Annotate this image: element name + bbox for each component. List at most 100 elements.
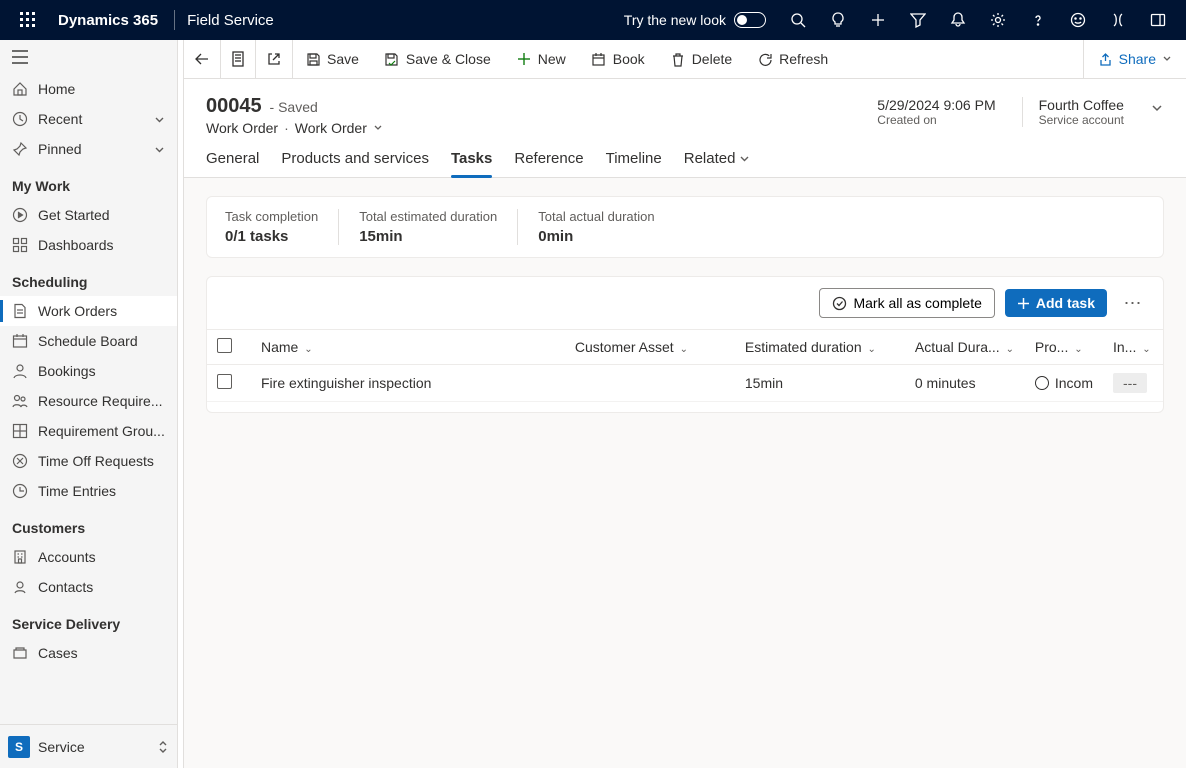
tab-products-and-services[interactable]: Products and services <box>281 150 429 177</box>
building-icon <box>12 549 28 565</box>
header-field-link[interactable]: Fourth Coffee <box>1039 97 1124 113</box>
chevron-down-icon: ⌄ <box>680 344 688 355</box>
bell-icon[interactable] <box>938 0 978 40</box>
save-close-button[interactable]: Save & Close <box>372 40 504 78</box>
cell-actual-duration[interactable]: 0 minutes <box>905 365 1025 402</box>
copilot-icon[interactable] <box>1098 0 1138 40</box>
tasks-grid-card: Mark all as complete Add task ⋯ Name ⌄Cu… <box>206 276 1164 413</box>
cell-progress[interactable]: Incom <box>1025 365 1103 402</box>
cell-inspection[interactable]: --- <box>1103 365 1163 402</box>
sidebar-item-resource-require[interactable]: Resource Require... <box>0 386 177 416</box>
sidebar-group-scheduling: Scheduling <box>0 260 177 296</box>
tab-tasks[interactable]: Tasks <box>451 150 492 177</box>
column-header-in[interactable]: In... ⌄ <box>1103 330 1163 365</box>
sidebar-item-pinned[interactable]: Pinned <box>0 134 177 164</box>
smiley-icon[interactable] <box>1058 0 1098 40</box>
area-switcher[interactable]: S Service <box>0 724 177 768</box>
column-header-name[interactable]: Name ⌄ <box>251 330 565 365</box>
filter-icon[interactable] <box>898 0 938 40</box>
add-task-button[interactable]: Add task <box>1005 289 1107 317</box>
panel-icon[interactable] <box>1138 0 1178 40</box>
sidebar-group-service-delivery: Service Delivery <box>0 602 177 638</box>
form-tabs: General Products and services Tasks Referen… <box>184 136 1186 178</box>
search-icon[interactable] <box>778 0 818 40</box>
chevron-down-icon <box>154 114 165 125</box>
lightbulb-icon[interactable] <box>818 0 858 40</box>
try-new-look-label: Try the new look <box>624 12 726 28</box>
sidebar-group-customers: Customers <box>0 506 177 542</box>
chevron-down-icon: ⌄ <box>1142 344 1150 355</box>
record-saved-label: - Saved <box>270 99 318 115</box>
app-name-label[interactable]: Field Service <box>181 12 274 29</box>
tab-related[interactable]: Related <box>684 150 751 177</box>
app-launcher-icon[interactable] <box>8 12 48 28</box>
chevron-down-icon: ⌄ <box>868 344 876 355</box>
plus-icon[interactable] <box>858 0 898 40</box>
sidebar-item-time-off-requests[interactable]: Time Off Requests <box>0 446 177 476</box>
top-divider <box>174 10 175 30</box>
time-icon <box>12 483 28 499</box>
home-icon <box>12 81 28 97</box>
chevron-down-icon: ⌄ <box>1074 344 1082 355</box>
back-button[interactable] <box>184 40 221 78</box>
side-navigation: HomeRecentPinned My WorkGet StartedDashb… <box>0 40 178 768</box>
sidebar-item-get-started[interactable]: Get Started <box>0 200 177 230</box>
delete-button[interactable]: Delete <box>658 40 745 78</box>
area-badge: S <box>8 736 30 758</box>
record-title: 00045 <box>206 95 262 117</box>
table-row[interactable]: Fire extinguisher inspection 15min0 minut… <box>207 365 1163 402</box>
header-field-created-on: 5/29/2024 9:06 PMCreated on <box>877 97 999 127</box>
tab-timeline[interactable]: Timeline <box>606 150 662 177</box>
record-header: 00045 - Saved Work Order · Work Order 5/… <box>184 79 1186 136</box>
sidebar-item-contacts[interactable]: Contacts <box>0 572 177 602</box>
person-icon <box>12 363 28 379</box>
help-icon[interactable] <box>1018 0 1058 40</box>
new-button[interactable]: New <box>504 40 579 78</box>
sidebar-item-dashboards[interactable]: Dashboards <box>0 230 177 260</box>
tab-general[interactable]: General <box>206 150 259 177</box>
sidebar-item-requirement-grou[interactable]: Requirement Grou... <box>0 416 177 446</box>
sidebar-item-cases[interactable]: Cases <box>0 638 177 668</box>
refresh-button[interactable]: Refresh <box>745 40 841 78</box>
header-expand-chevron-icon[interactable] <box>1150 97 1164 115</box>
status-circle-icon <box>1035 376 1049 390</box>
record-set-button[interactable] <box>221 40 256 78</box>
sidebar-item-home[interactable]: Home <box>0 74 177 104</box>
column-header-customer-asset[interactable]: Customer Asset ⌄ <box>565 330 735 365</box>
column-header-actual-dura[interactable]: Actual Dura... ⌄ <box>905 330 1025 365</box>
calendar-icon <box>12 333 28 349</box>
open-new-window-button[interactable] <box>256 40 293 78</box>
column-header-pro[interactable]: Pro... ⌄ <box>1025 330 1103 365</box>
form-switch-chevron-icon[interactable] <box>373 123 383 133</box>
share-button[interactable]: Share <box>1083 40 1186 78</box>
tab-reference[interactable]: Reference <box>514 150 583 177</box>
try-new-look-toggle[interactable] <box>734 12 766 28</box>
sidebar-item-bookings[interactable]: Bookings <box>0 356 177 386</box>
stat-task-completion: Task completion0/1 tasks <box>225 209 339 245</box>
grid-overflow-button[interactable]: ⋯ <box>1117 287 1149 319</box>
gear-icon[interactable] <box>978 0 1018 40</box>
global-top-bar: Dynamics 365 Field Service Try the new l… <box>0 0 1186 40</box>
form-name[interactable]: Work Order <box>295 120 367 136</box>
command-bar: Save Save & Close New Book Delete Refres… <box>184 40 1186 79</box>
sidebar-item-schedule-board[interactable]: Schedule Board <box>0 326 177 356</box>
mark-all-complete-button[interactable]: Mark all as complete <box>819 288 994 318</box>
sidebar-item-work-orders[interactable]: Work Orders <box>0 296 177 326</box>
cell-name[interactable]: Fire extinguisher inspection <box>251 365 565 402</box>
cell-customer-asset[interactable] <box>565 365 735 402</box>
select-all-checkbox[interactable] <box>217 338 232 353</box>
book-button[interactable]: Book <box>579 40 658 78</box>
cell-estimated-duration[interactable]: 15min <box>735 365 905 402</box>
sidebar-item-recent[interactable]: Recent <box>0 104 177 134</box>
nav-collapse-icon[interactable] <box>0 40 177 74</box>
area-switcher-chevron-icon <box>157 740 169 754</box>
save-button[interactable]: Save <box>293 40 372 78</box>
brand-label[interactable]: Dynamics 365 <box>48 12 168 29</box>
sidebar-item-time-entries[interactable]: Time Entries <box>0 476 177 506</box>
play-icon <box>12 207 28 223</box>
sidebar-item-accounts[interactable]: Accounts <box>0 542 177 572</box>
column-header-estimated-duration[interactable]: Estimated duration ⌄ <box>735 330 905 365</box>
pin-icon <box>12 141 28 157</box>
row-checkbox[interactable] <box>217 374 232 389</box>
case-icon <box>12 645 28 661</box>
